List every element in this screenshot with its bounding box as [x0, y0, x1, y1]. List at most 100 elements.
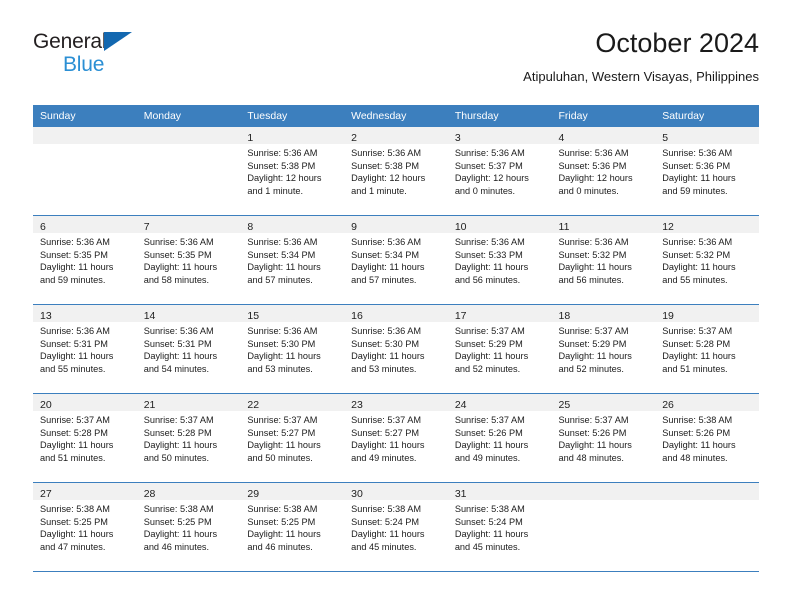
sunrise-text: Sunrise: 5:36 AM [247, 148, 318, 158]
daylight-text-line1: Daylight: 11 hours [662, 440, 736, 451]
daylight-text-line2: and 48 minutes. [662, 452, 728, 463]
date-number-bar: 2 [344, 127, 448, 144]
calendar-day-cell[interactable]: 25 Sunrise: 5:37 AM Sunset: 5:26 PM Dayligh… [551, 393, 656, 483]
sun-info-block: Sunrise: 5:36 AM Sunset: 5:36 PM Daylight:… [552, 144, 656, 197]
daylight-text-line1: Daylight: 11 hours [40, 529, 114, 540]
sun-info-block: Sunrise: 5:37 AM Sunset: 5:27 PM Daylight:… [344, 411, 448, 464]
calendar-day-cell[interactable]: 1 Sunrise: 5:36 AM Sunset: 5:38 PM Daylight… [240, 127, 345, 216]
daylight-text-line2: and 53 minutes. [247, 363, 313, 374]
calendar-day-cell[interactable]: 23 Sunrise: 5:37 AM Sunset: 5:27 PM Dayligh… [344, 393, 448, 483]
sun-info-block: Sunrise: 5:36 AM Sunset: 5:31 PM Daylight:… [33, 322, 137, 375]
calendar-day-cell[interactable]: 2 Sunrise: 5:36 AM Sunset: 5:38 PM Daylight… [344, 127, 448, 216]
daylight-text-line2: and 55 minutes. [40, 363, 106, 374]
sunset-text: Sunset: 5:36 PM [662, 160, 731, 171]
date-number-bar: 11 [551, 216, 656, 233]
calendar-day-cell[interactable]: 26 Sunrise: 5:38 AM Sunset: 5:26 PM Dayligh… [655, 393, 759, 483]
sun-info-block [552, 500, 656, 503]
daylight-text-line1: Daylight: 11 hours [351, 440, 425, 451]
sunset-text: Sunset: 5:24 PM [454, 516, 523, 527]
daylight-text-line2: and 49 minutes. [351, 452, 417, 463]
daylight-text-line1: Daylight: 11 hours [662, 262, 736, 273]
date-number: 22 [247, 399, 260, 411]
weekday-header-friday: Friday [551, 105, 656, 127]
date-number: 13 [40, 310, 52, 322]
date-number: 26 [662, 399, 674, 411]
date-number-bar: 23 [344, 394, 448, 411]
calendar-day-cell[interactable]: 8 Sunrise: 5:36 AM Sunset: 5:34 PM Daylight… [240, 215, 345, 305]
daylight-text-line2: and 48 minutes. [558, 452, 624, 463]
calendar-day-cell[interactable]: 18 Sunrise: 5:37 AM Sunset: 5:29 PM Dayligh… [551, 304, 656, 394]
calendar-day-cell[interactable]: 11 Sunrise: 5:36 AM Sunset: 5:32 PM Dayligh… [551, 215, 656, 305]
triangle-logo-icon [104, 32, 132, 51]
sunrise-text: Sunrise: 5:37 AM [558, 326, 629, 336]
date-number-bar [551, 483, 656, 500]
calendar-day-cell[interactable]: 22 Sunrise: 5:37 AM Sunset: 5:27 PM Dayligh… [240, 393, 345, 483]
calendar-day-cell[interactable]: 29 Sunrise: 5:38 AM Sunset: 5:25 PM Dayligh… [240, 482, 345, 572]
calendar-day-cell[interactable]: 9 Sunrise: 5:36 AM Sunset: 5:34 PM Daylight… [344, 215, 448, 305]
weekday-header-wednesday: Wednesday [344, 105, 448, 127]
sun-info-block: Sunrise: 5:36 AM Sunset: 5:30 PM Daylight:… [344, 322, 448, 375]
calendar-day-cell-empty [33, 127, 137, 216]
calendar-day-cell[interactable]: 13 Sunrise: 5:36 AM Sunset: 5:31 PM Dayligh… [33, 304, 137, 394]
calendar-day-cell[interactable]: 30 Sunrise: 5:38 AM Sunset: 5:24 PM Dayligh… [344, 482, 448, 572]
calendar-day-cell[interactable]: 16 Sunrise: 5:36 AM Sunset: 5:30 PM Dayligh… [344, 304, 448, 394]
sunrise-text: Sunrise: 5:36 AM [454, 237, 525, 247]
date-number-bar: 25 [551, 394, 656, 411]
sunrise-text: Sunrise: 5:38 AM [247, 504, 318, 514]
calendar-day-cell[interactable]: 20 Sunrise: 5:37 AM Sunset: 5:28 PM Dayligh… [33, 393, 137, 483]
calendar-day-cell[interactable]: 21 Sunrise: 5:37 AM Sunset: 5:28 PM Dayligh… [136, 393, 241, 483]
daylight-text-line1: Daylight: 11 hours [558, 440, 632, 451]
sunset-text: Sunset: 5:31 PM [143, 338, 212, 349]
calendar-day-cell[interactable]: 14 Sunrise: 5:36 AM Sunset: 5:31 PM Dayligh… [136, 304, 241, 394]
sun-info-block: Sunrise: 5:37 AM Sunset: 5:28 PM Daylight:… [33, 411, 137, 464]
brand-name-primary: General [33, 30, 233, 54]
sunset-text: Sunset: 5:38 PM [351, 160, 420, 171]
date-number: 7 [143, 221, 150, 233]
date-number-bar: 22 [240, 394, 345, 411]
sunrise-text: Sunrise: 5:37 AM [454, 326, 525, 336]
calendar-day-cell[interactable]: 12 Sunrise: 5:36 AM Sunset: 5:32 PM Dayligh… [655, 215, 759, 305]
calendar-day-cell[interactable]: 31 Sunrise: 5:38 AM Sunset: 5:24 PM Dayligh… [447, 482, 552, 572]
date-number: 4 [558, 132, 565, 144]
calendar-day-cell[interactable]: 4 Sunrise: 5:36 AM Sunset: 5:36 PM Daylight… [551, 127, 656, 216]
daylight-text-line2: and 52 minutes. [558, 363, 624, 374]
calendar-day-cell[interactable]: 15 Sunrise: 5:36 AM Sunset: 5:30 PM Dayligh… [240, 304, 345, 394]
calendar-day-cell[interactable]: 28 Sunrise: 5:38 AM Sunset: 5:25 PM Dayligh… [136, 482, 241, 572]
calendar-week-row: 20 Sunrise: 5:37 AM Sunset: 5:28 PM Dayligh… [33, 393, 759, 483]
sun-info-block: Sunrise: 5:37 AM Sunset: 5:29 PM Daylight:… [552, 322, 656, 375]
daylight-text-line2: and 56 minutes. [454, 274, 521, 285]
date-number: 19 [662, 310, 674, 322]
generalblue-logo[interactable]: General Blue [33, 30, 233, 86]
daylight-text-line2: and 50 minutes. [143, 452, 210, 463]
sun-info-block: Sunrise: 5:38 AM Sunset: 5:25 PM Daylight:… [33, 500, 137, 553]
calendar-day-cell[interactable]: 3 Sunrise: 5:36 AM Sunset: 5:37 PM Daylight… [447, 127, 552, 216]
date-number-bar: 30 [344, 483, 448, 500]
sunrise-text: Sunrise: 5:37 AM [351, 415, 422, 425]
sun-info-block: Sunrise: 5:37 AM Sunset: 5:26 PM Daylight:… [448, 411, 552, 464]
date-number: 25 [558, 399, 571, 411]
calendar-day-cell[interactable]: 17 Sunrise: 5:37 AM Sunset: 5:29 PM Dayligh… [447, 304, 552, 394]
sunset-text: Sunset: 5:24 PM [351, 516, 420, 527]
sun-info-block: Sunrise: 5:38 AM Sunset: 5:24 PM Daylight:… [448, 500, 552, 553]
page-header: General Blue October 2024 Atipuluhan, We… [33, 26, 759, 98]
daylight-text-line1: Daylight: 11 hours [143, 351, 218, 362]
calendar-day-cell[interactable]: 7 Sunrise: 5:36 AM Sunset: 5:35 PM Daylight… [136, 215, 241, 305]
date-number-bar: 18 [551, 305, 656, 322]
date-number-bar: 14 [136, 305, 241, 322]
calendar-day-cell[interactable]: 6 Sunrise: 5:36 AM Sunset: 5:35 PM Daylight… [33, 215, 137, 305]
daylight-text-line2: and 58 minutes. [143, 274, 210, 285]
sunrise-text: Sunrise: 5:36 AM [662, 148, 733, 158]
sunset-text: Sunset: 5:32 PM [662, 249, 731, 260]
calendar-day-cell[interactable]: 19 Sunrise: 5:37 AM Sunset: 5:28 PM Dayligh… [655, 304, 759, 394]
calendar-day-cell[interactable]: 24 Sunrise: 5:37 AM Sunset: 5:26 PM Dayligh… [447, 393, 552, 483]
calendar-day-cell[interactable]: 27 Sunrise: 5:38 AM Sunset: 5:25 PM Dayligh… [33, 482, 137, 572]
date-number-bar: 7 [136, 216, 241, 233]
date-number: 18 [558, 310, 571, 322]
date-number-bar: 4 [551, 127, 656, 144]
calendar-day-cell[interactable]: 5 Sunrise: 5:36 AM Sunset: 5:36 PM Daylight… [655, 127, 759, 216]
brand-text-blue: Blue [63, 53, 105, 76]
date-number-bar: 15 [240, 305, 345, 322]
sunset-text: Sunset: 5:31 PM [40, 338, 108, 349]
daylight-text-line1: Daylight: 11 hours [454, 440, 529, 451]
calendar-day-cell[interactable]: 10 Sunrise: 5:36 AM Sunset: 5:33 PM Dayligh… [447, 215, 552, 305]
